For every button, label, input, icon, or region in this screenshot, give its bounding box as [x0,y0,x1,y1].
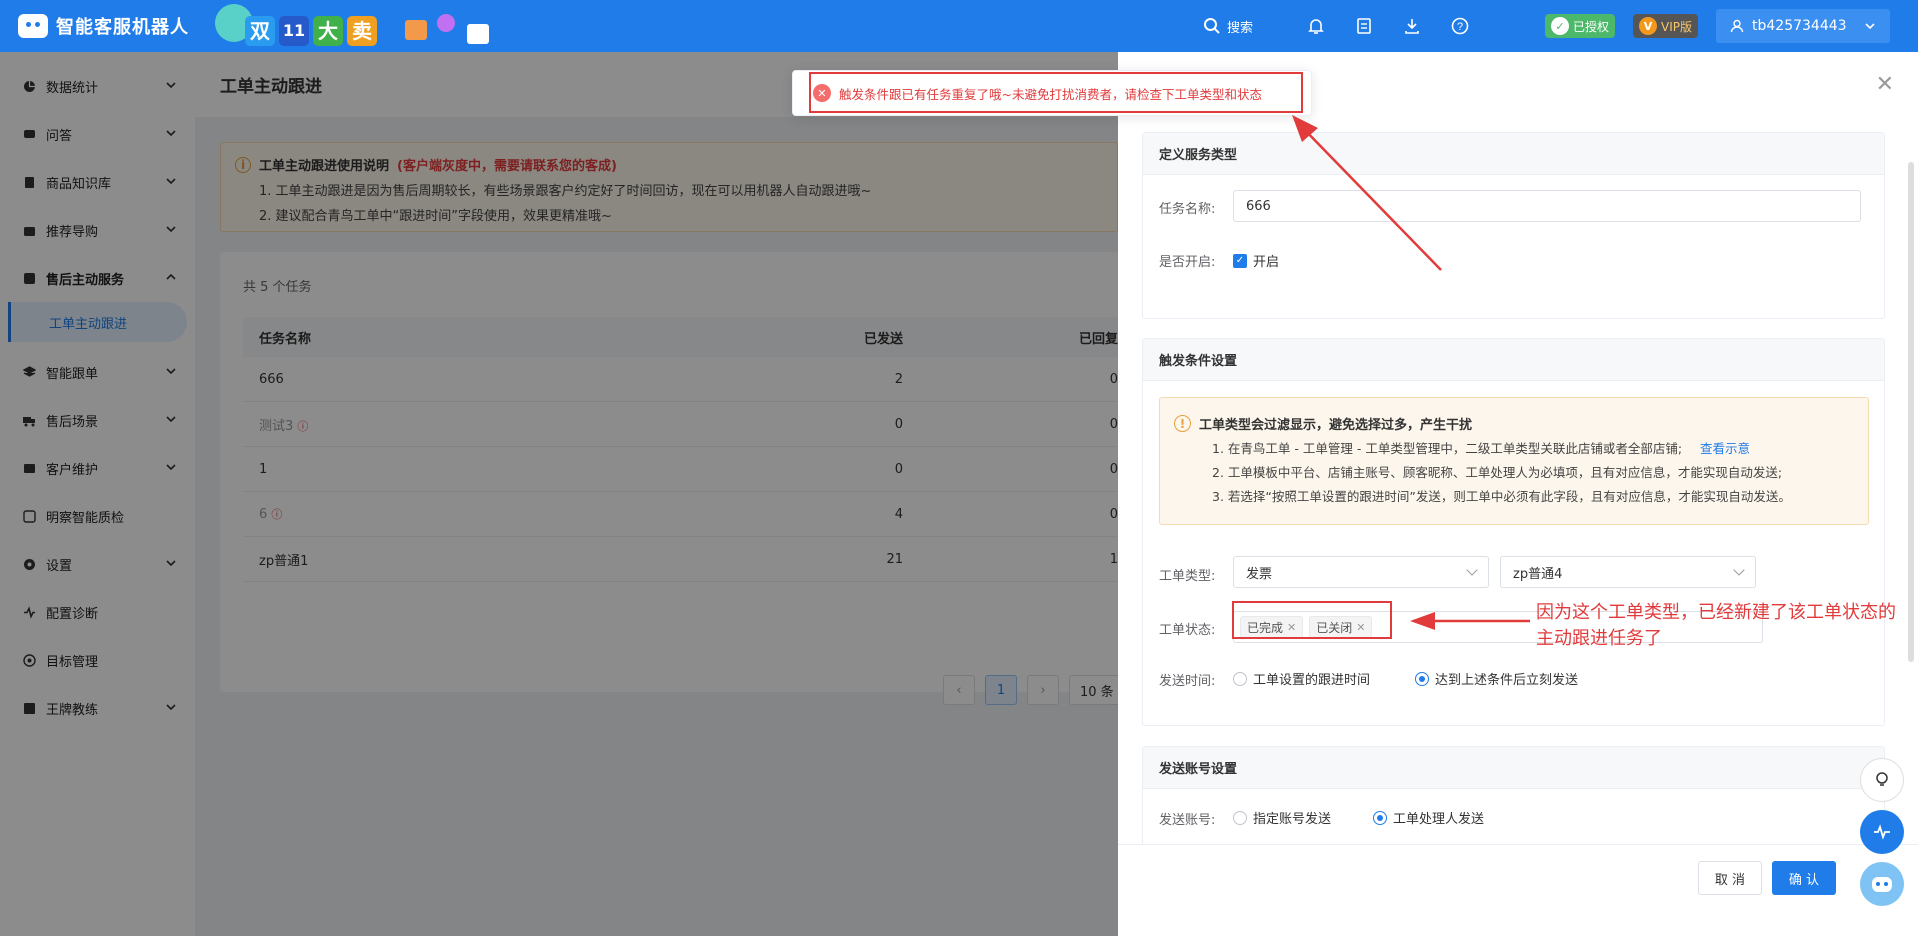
arrow-head [1410,612,1435,630]
annotation-arrow [1299,124,1442,271]
annotation-arrows [1292,115,1530,630]
annotation-note: 因为这个工单类型，已经新建了该工单状态的主动跟进任务了 [1536,602,1896,649]
